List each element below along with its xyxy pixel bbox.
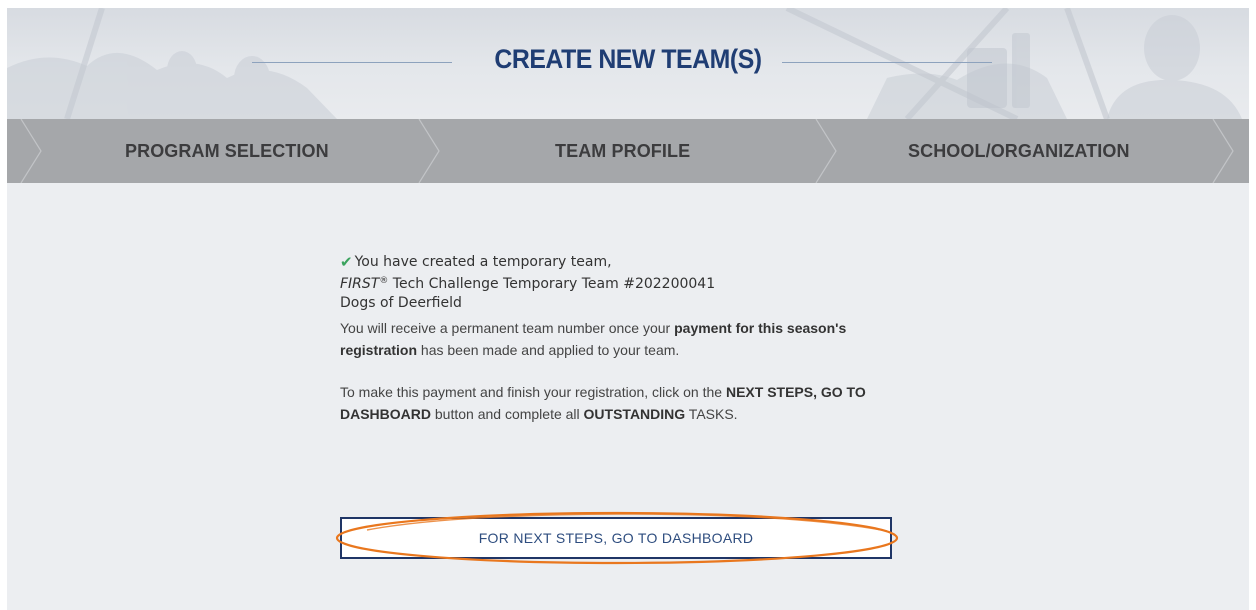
step-program-selection[interactable]: PROGRAM SELECTION (125, 141, 329, 162)
info-text: You will receive a permanent team number… (340, 320, 675, 336)
confirmation-line-1: ✔ You have created a temporary team, (340, 253, 900, 272)
page-frame: CREATE NEW TEAM(S) PROGRAM SELECTION TEA… (7, 8, 1249, 610)
step-progress-bar: PROGRAM SELECTION TEAM PROFILE SCHOOL/OR… (7, 119, 1249, 183)
step-school-organization[interactable]: SCHOOL/ORGANIZATION (908, 141, 1130, 162)
step-team-profile[interactable]: TEAM PROFILE (555, 141, 690, 162)
instruction-text: To make this payment and finish your reg… (340, 384, 726, 400)
registered-mark: ® (379, 276, 389, 286)
confirmation-line-2: FIRST® Tech Challenge Temporary Team #20… (340, 272, 900, 294)
instruction-text: TASKS. (685, 406, 738, 422)
instruction-bold-outstanding: OUTSTANDING (583, 406, 686, 422)
payment-instructions: To make this payment and finish your reg… (340, 381, 900, 425)
go-to-dashboard-button[interactable]: FOR NEXT STEPS, GO TO DASHBOARD (340, 517, 892, 559)
header-banner: CREATE NEW TEAM(S) (7, 8, 1249, 119)
program-name-first: FIRST (340, 276, 380, 292)
confirmation-message: ✔ You have created a temporary team, FIRS… (340, 253, 900, 313)
info-text: has been made and applied to your team. (417, 342, 680, 358)
confirmation-content: ✔ You have created a temporary team, FIRS… (340, 253, 900, 425)
confirmation-text: You have created a temporary team, (354, 254, 612, 270)
check-icon: ✔ (340, 253, 353, 271)
permanent-number-info: You will receive a permanent team number… (340, 317, 900, 361)
temporary-team-number: Tech Challenge Temporary Team #202200041 (388, 276, 716, 292)
team-name: Dogs of Deerfield (340, 295, 462, 311)
instruction-text: button and complete all (431, 406, 584, 422)
page-title: CREATE NEW TEAM(S) (494, 44, 762, 74)
